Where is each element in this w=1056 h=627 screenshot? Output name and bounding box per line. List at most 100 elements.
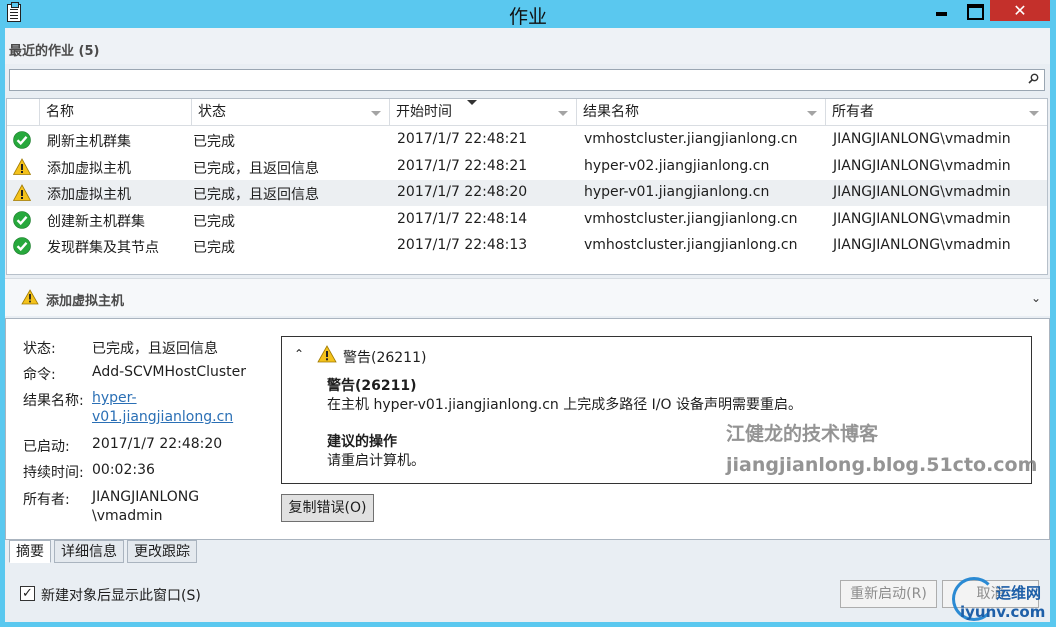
collapse-icon[interactable]: ⌃ <box>294 347 304 361</box>
tab-summary[interactable]: 摘要 <box>9 540 51 563</box>
started-label: 已启动: <box>23 439 70 455</box>
chevron-down-icon[interactable] <box>1029 111 1039 116</box>
success-icon <box>13 210 31 229</box>
owner-value-cont: \vmadmin <box>92 508 163 524</box>
warning-header: 警告(26211) <box>343 350 427 366</box>
job-status: 已完成 <box>193 134 235 150</box>
command-label: 命令: <box>23 367 56 383</box>
detail-title: 添加虚拟主机 <box>46 294 125 309</box>
job-owner: JIANGJIANLONG\vmadmin <box>833 237 1011 253</box>
result-name-link-cont[interactable]: v01.jiangjianlong.cn <box>92 409 233 425</box>
table-row[interactable]: 发现群集及其节点 已完成 2017/1/7 22:48:13 vmhostcluste… <box>7 233 1047 259</box>
restart-button[interactable]: 重新启动(R) <box>840 580 937 608</box>
job-name: 发现群集及其节点 <box>47 240 159 256</box>
warning-title: 警告(26211) <box>327 378 417 394</box>
detail-header[interactable]: 添加虚拟主机 ⌄ <box>5 278 1050 316</box>
job-owner: JIANGJIANLONG\vmadmin <box>833 184 1011 200</box>
minimize-button[interactable] <box>926 0 957 21</box>
logo-url: iyunv.com <box>960 603 1046 621</box>
footer: ✓ 新建对象后显示此窗口(S) 重新启动(R) 取消 <box>5 565 1050 622</box>
start-column-header[interactable]: 开始时间 <box>390 99 577 126</box>
name-column-header[interactable]: 名称 <box>40 99 192 126</box>
jobs-table: 名称 状态 开始时间 结果名称 所有者 刷新主机群集 已完成 2017/1/7 22… <box>6 98 1048 275</box>
job-start-time: 2017/1/7 22:48:21 <box>397 131 528 147</box>
tab-details[interactable]: 详细信息 <box>54 540 124 563</box>
warning-message: 在主机 hyper-v01.jiangjianlong.cn 上完成多路径 I/… <box>327 397 802 413</box>
title-bar: 作业 ✕ <box>0 0 1056 28</box>
recommended-action: 请重启计算机。 <box>327 453 425 469</box>
watermark-url: jiangjianlong.blog.51cto.com <box>726 454 1038 476</box>
warning-icon <box>13 184 31 201</box>
start-column-label: 开始时间 <box>396 104 452 120</box>
search-input[interactable] <box>10 70 1010 90</box>
table-row[interactable]: 添加虚拟主机 已完成，且返回信息 2017/1/7 22:48:21 hyper-v0… <box>7 154 1047 180</box>
job-result-name: hyper-v02.jiangjianlong.cn <box>584 157 770 174</box>
tab-change-tracking[interactable]: 更改跟踪 <box>127 540 197 563</box>
job-result-name: vmhostcluster.jiangjianlong.cn <box>584 210 798 227</box>
command-value: Add-SCVMHostCluster <box>92 364 247 380</box>
job-result-name: vmhostcluster.jiangjianlong.cn <box>584 131 798 147</box>
job-result-name: hyper-v01.jiangjianlong.cn <box>584 184 770 200</box>
duration-label: 持续时间: <box>23 465 84 481</box>
table-row[interactable]: 刷新主机群集 已完成 2017/1/7 22:48:21 vmhostcluster.… <box>7 127 1047 153</box>
show-window-label: 新建对象后显示此窗口(S) <box>41 588 201 604</box>
logo-text: 运维网 <box>996 584 1042 602</box>
job-status: 已完成 <box>193 240 235 256</box>
detail-panel: 状态: 已完成，且返回信息 命令: Add-SCVMHostCluster 结果… <box>5 318 1050 540</box>
chevron-down-icon[interactable] <box>371 111 381 116</box>
search-box[interactable] <box>9 69 1045 91</box>
result-column-header[interactable]: 结果名称 <box>577 99 826 126</box>
status-column-label: 状态 <box>198 104 226 120</box>
recent-jobs-title: 最近的作业 (5) <box>9 44 100 59</box>
job-name: 创建新主机群集 <box>47 213 145 230</box>
show-window-checkbox[interactable]: ✓ <box>20 586 35 601</box>
status-label: 状态: <box>23 341 56 357</box>
tab-strip: 摘要 详细信息 更改跟踪 <box>5 540 1050 564</box>
copy-error-button[interactable]: 复制错误(O) <box>281 494 374 522</box>
table-row[interactable]: 创建新主机群集 已完成 2017/1/7 22:48:14 vmhostcluster… <box>7 207 1047 233</box>
close-button[interactable]: ✕ <box>990 0 1050 21</box>
warning-icon <box>317 345 337 363</box>
job-start-time: 2017/1/7 22:48:14 <box>397 210 528 227</box>
job-status: 已完成，且返回信息 <box>193 160 319 177</box>
owner-column-label: 所有者 <box>832 104 874 120</box>
job-start-time: 2017/1/7 22:48:13 <box>397 237 528 253</box>
owner-column-header[interactable]: 所有者 <box>826 99 1047 126</box>
owner-value: JIANGJIANLONG <box>92 489 200 505</box>
started-value: 2017/1/7 22:48:20 <box>92 436 223 452</box>
status-value: 已完成，且返回信息 <box>92 341 218 357</box>
maximize-button[interactable] <box>958 0 989 21</box>
recent-jobs-header: 最近的作业 (5) <box>5 28 1050 64</box>
success-icon <box>13 237 31 255</box>
job-result-name: vmhostcluster.jiangjianlong.cn <box>584 237 798 253</box>
table-row[interactable]: 添加虚拟主机 已完成，且返回信息 2017/1/7 22:48:20 hyper-v0… <box>7 180 1047 206</box>
owner-label: 所有者: <box>23 492 70 508</box>
job-owner: JIANGJIANLONG\vmadmin <box>833 131 1011 147</box>
chevron-down-icon[interactable] <box>807 111 817 116</box>
sort-descending-icon <box>467 100 477 105</box>
warning-icon <box>13 157 31 175</box>
job-name: 刷新主机群集 <box>47 134 131 150</box>
name-column-label: 名称 <box>46 104 74 120</box>
status-column-header[interactable]: 状态 <box>192 99 390 126</box>
window-title: 作业 <box>508 6 547 28</box>
job-name: 添加虚拟主机 <box>47 160 131 177</box>
result-name-link[interactable]: hyper- <box>92 390 137 406</box>
job-status: 已完成 <box>193 213 235 230</box>
chevron-down-icon[interactable] <box>558 111 568 116</box>
chevron-down-icon[interactable]: ⌄ <box>1031 291 1041 305</box>
success-icon <box>13 131 31 149</box>
jobs-window: 最近的作业 (5) 名称 状态 开始时间 结果名称 所有者 刷新主机群集 已完成 2… <box>5 28 1050 622</box>
search-icon[interactable] <box>1028 73 1039 84</box>
table-header: 名称 状态 开始时间 结果名称 所有者 <box>7 99 1047 126</box>
site-logo: 运维网 iyunv.com <box>948 573 1052 623</box>
icon-column-header[interactable] <box>7 99 40 126</box>
job-start-time: 2017/1/7 22:48:20 <box>397 184 528 200</box>
warning-icon <box>21 289 39 305</box>
recommended-action-title: 建议的操作 <box>327 434 397 450</box>
result-name-label: 结果名称: <box>23 393 84 409</box>
job-start-time: 2017/1/7 22:48:21 <box>397 157 528 174</box>
result-column-label: 结果名称 <box>583 104 639 120</box>
job-owner: JIANGJIANLONG\vmadmin <box>833 210 1011 227</box>
job-owner: JIANGJIANLONG\vmadmin <box>833 157 1011 174</box>
